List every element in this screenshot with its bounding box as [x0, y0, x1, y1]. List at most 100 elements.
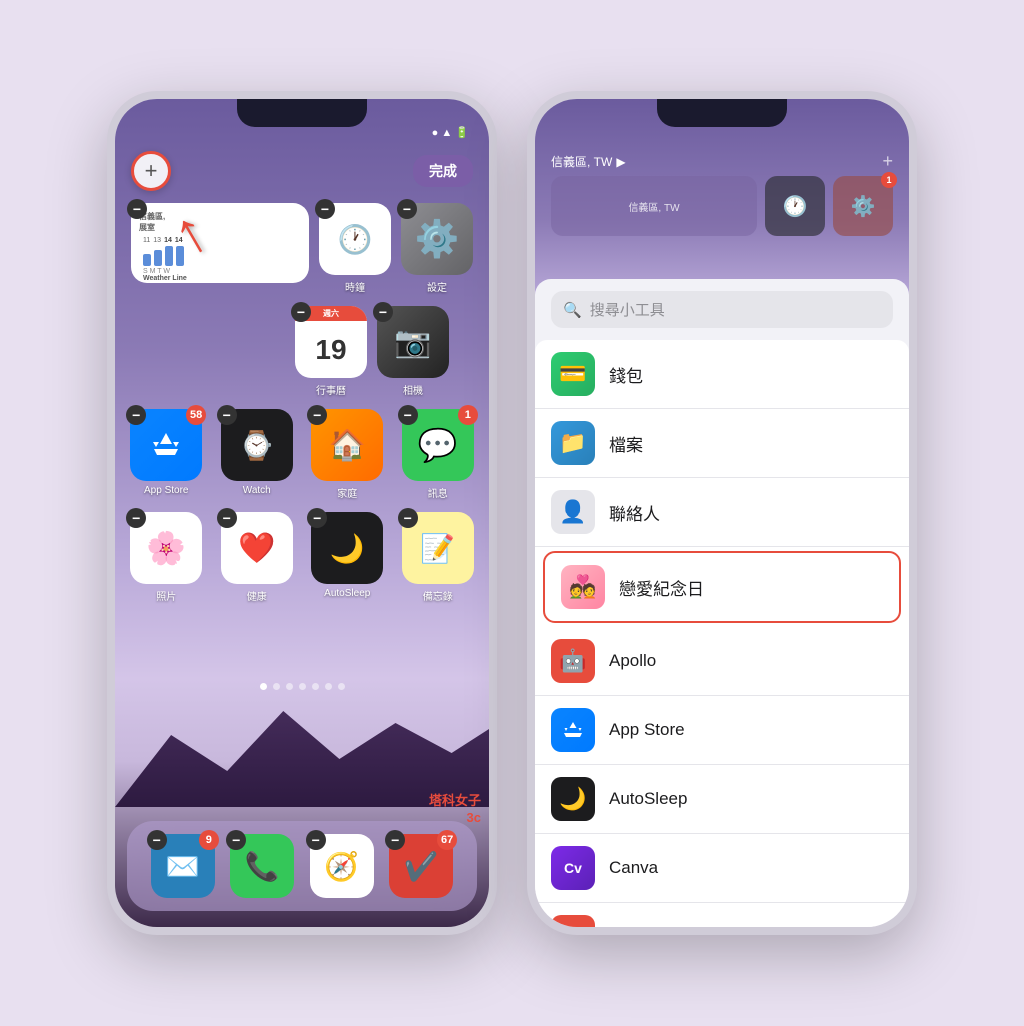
page-dot-6: [325, 683, 332, 690]
home-wrapper[interactable]: − 🏠 家庭: [308, 409, 387, 500]
minus-badge[interactable]: −: [217, 405, 237, 425]
picker-item-wallet[interactable]: 💳 錢包: [535, 340, 909, 409]
search-icon: 🔍: [563, 301, 582, 319]
todoist-dock-wrapper[interactable]: − 67 ✔️: [389, 834, 453, 898]
wallet-name: 錢包: [609, 362, 643, 387]
appstore-label: App Store: [144, 485, 188, 496]
photos-label: 照片: [156, 588, 176, 603]
minus-badge[interactable]: −: [315, 199, 335, 219]
minus-badge[interactable]: −: [147, 830, 167, 850]
picker-item-apollo[interactable]: 🤖 Apollo: [535, 627, 909, 696]
notch: [237, 99, 367, 127]
autosleep-picker-name: AutoSleep: [609, 789, 687, 809]
weather-widget[interactable]: 信義區,展室 11 13 14 14 S: [131, 203, 309, 283]
notif-badge-appstore: 58: [186, 405, 206, 425]
camera-label: 相機: [403, 382, 423, 397]
files-name: 檔案: [609, 431, 643, 456]
calendar-day: 19: [295, 321, 367, 378]
apollo-name: Apollo: [609, 651, 656, 671]
mail-badge: 9: [199, 830, 219, 850]
photos-wrapper[interactable]: − 🌸 照片: [127, 512, 206, 603]
left-phone: ● ▲ 🔋 + 完成 ↑ − 信義區,展室 11 13: [107, 91, 497, 935]
weather-widget-wrapper[interactable]: − 信義區,展室 11 13 14 14: [131, 203, 309, 283]
phone-dock-wrapper[interactable]: − 📞: [230, 834, 294, 898]
notes-wrapper[interactable]: − 📝 備忘錄: [399, 512, 478, 603]
calendar-label: 行事曆: [316, 382, 346, 397]
wallet-icon: 💳: [551, 352, 595, 396]
picker-item-autosleep[interactable]: 🌙 AutoSleep: [535, 765, 909, 834]
watch-wrapper[interactable]: − ⌚ Watch: [218, 409, 297, 500]
apollo-icon: 🤖: [551, 639, 595, 683]
picker-item-files[interactable]: 📁 檔案: [535, 409, 909, 478]
picker-item-contacts[interactable]: 👤 聯絡人: [535, 478, 909, 547]
minus-badge[interactable]: −: [397, 199, 417, 219]
autosleep-label: AutoSleep: [324, 588, 370, 599]
minus-badge[interactable]: −: [127, 199, 147, 219]
icon-row-3: − 58 App Store −: [115, 409, 489, 500]
top-action-bar: + 完成: [115, 143, 489, 199]
home-label: 家庭: [337, 485, 357, 500]
status-icons: ● ▲ 🔋: [432, 126, 469, 139]
page-dot-7: [338, 683, 345, 690]
notes-label: 備忘錄: [423, 588, 453, 603]
camera-icon-wrapper[interactable]: − 📷 相機: [377, 306, 449, 397]
contacts-icon: 👤: [551, 490, 595, 534]
dock: − 9 ✉️ − 📞 − 🧭 − 67 ✔️: [127, 821, 477, 911]
settings-icon-wrapper[interactable]: − ⚙️ 設定: [401, 203, 473, 294]
canva-name: Canva: [609, 858, 658, 878]
picker-item-crypto[interactable]: C Crypto Pro: [535, 903, 909, 927]
calendar-icon-wrapper[interactable]: − 週六 19 行事曆: [295, 306, 367, 397]
health-wrapper[interactable]: − ❤️ 健康: [218, 512, 297, 603]
page-dots: [115, 683, 489, 690]
watermark: 塔科女子3c: [429, 793, 481, 827]
icon-row-4: − 🌸 照片 − ❤️ 健康 − 🌙 AutoSleep: [115, 512, 489, 603]
notif-badge-messages: 1: [458, 405, 478, 425]
settings-label: 設定: [427, 279, 447, 294]
appstore-wrapper[interactable]: − 58 App Store: [127, 409, 206, 500]
appstore-picker-icon: [551, 708, 595, 752]
picker-item-canva[interactable]: Cv Canva: [535, 834, 909, 903]
picker-list: 💳 錢包 📁 檔案 👤 聯絡人 💑 戀愛紀念日: [535, 340, 909, 927]
files-icon: 📁: [551, 421, 595, 465]
contacts-name: 聯絡人: [609, 500, 660, 525]
right-notch: [657, 99, 787, 127]
autosleep-wrapper[interactable]: − 🌙 AutoSleep: [308, 512, 387, 603]
widget-picker: 🔍 搜尋小工具 💳 錢包 📁 檔案 👤 聯絡人: [535, 99, 909, 927]
add-widget-button[interactable]: +: [131, 151, 171, 191]
health-label: 健康: [247, 588, 267, 603]
safari-dock-wrapper[interactable]: − 🧭: [310, 834, 374, 898]
anniversary-name: 戀愛紀念日: [619, 575, 704, 600]
watch-label: Watch: [243, 485, 271, 496]
right-phone: 信義區, TW ▶ + 信義區, TW 🕐 ⚙️ 1 🔍 搜尋小工: [527, 91, 917, 935]
spacer2: [213, 306, 285, 397]
phone-content: + 完成 ↑ − 信義區,展室 11 13 14 14: [115, 143, 489, 927]
picker-sheet: 🔍 搜尋小工具 💳 錢包 📁 檔案 👤 聯絡人: [535, 279, 909, 927]
crypto-icon: C: [551, 915, 595, 927]
page-dot-5: [312, 683, 319, 690]
messages-label: 訊息: [428, 485, 448, 500]
appstore-picker-name: App Store: [609, 720, 685, 740]
clock-label: 時鐘: [345, 279, 365, 294]
minus-badge[interactable]: −: [306, 830, 326, 850]
minus-badge[interactable]: −: [398, 405, 418, 425]
autosleep-picker-icon: 🌙: [551, 777, 595, 821]
minus-badge[interactable]: −: [373, 302, 393, 322]
minus-badge[interactable]: −: [217, 508, 237, 528]
page-dot-2: [273, 683, 280, 690]
spacer: [131, 306, 203, 397]
messages-wrapper[interactable]: − 1 💬 訊息: [399, 409, 478, 500]
minus-badge[interactable]: −: [398, 508, 418, 528]
mail-dock-wrapper[interactable]: − 9 ✉️: [151, 834, 215, 898]
page-dot-4: [299, 683, 306, 690]
clock-icon-wrapper[interactable]: − 🕐 時鐘: [319, 203, 391, 294]
search-placeholder: 搜尋小工具: [590, 299, 665, 320]
picker-item-appstore[interactable]: App Store: [535, 696, 909, 765]
minus-badge[interactable]: −: [291, 302, 311, 322]
page-dot-3: [286, 683, 293, 690]
done-button[interactable]: 完成: [413, 155, 473, 187]
anniversary-icon: 💑: [561, 565, 605, 609]
picker-item-anniversary[interactable]: 💑 戀愛紀念日: [543, 551, 901, 623]
search-bar[interactable]: 🔍 搜尋小工具: [551, 291, 893, 328]
page-dot-1: [260, 683, 267, 690]
todoist-badge: 67: [437, 830, 457, 850]
